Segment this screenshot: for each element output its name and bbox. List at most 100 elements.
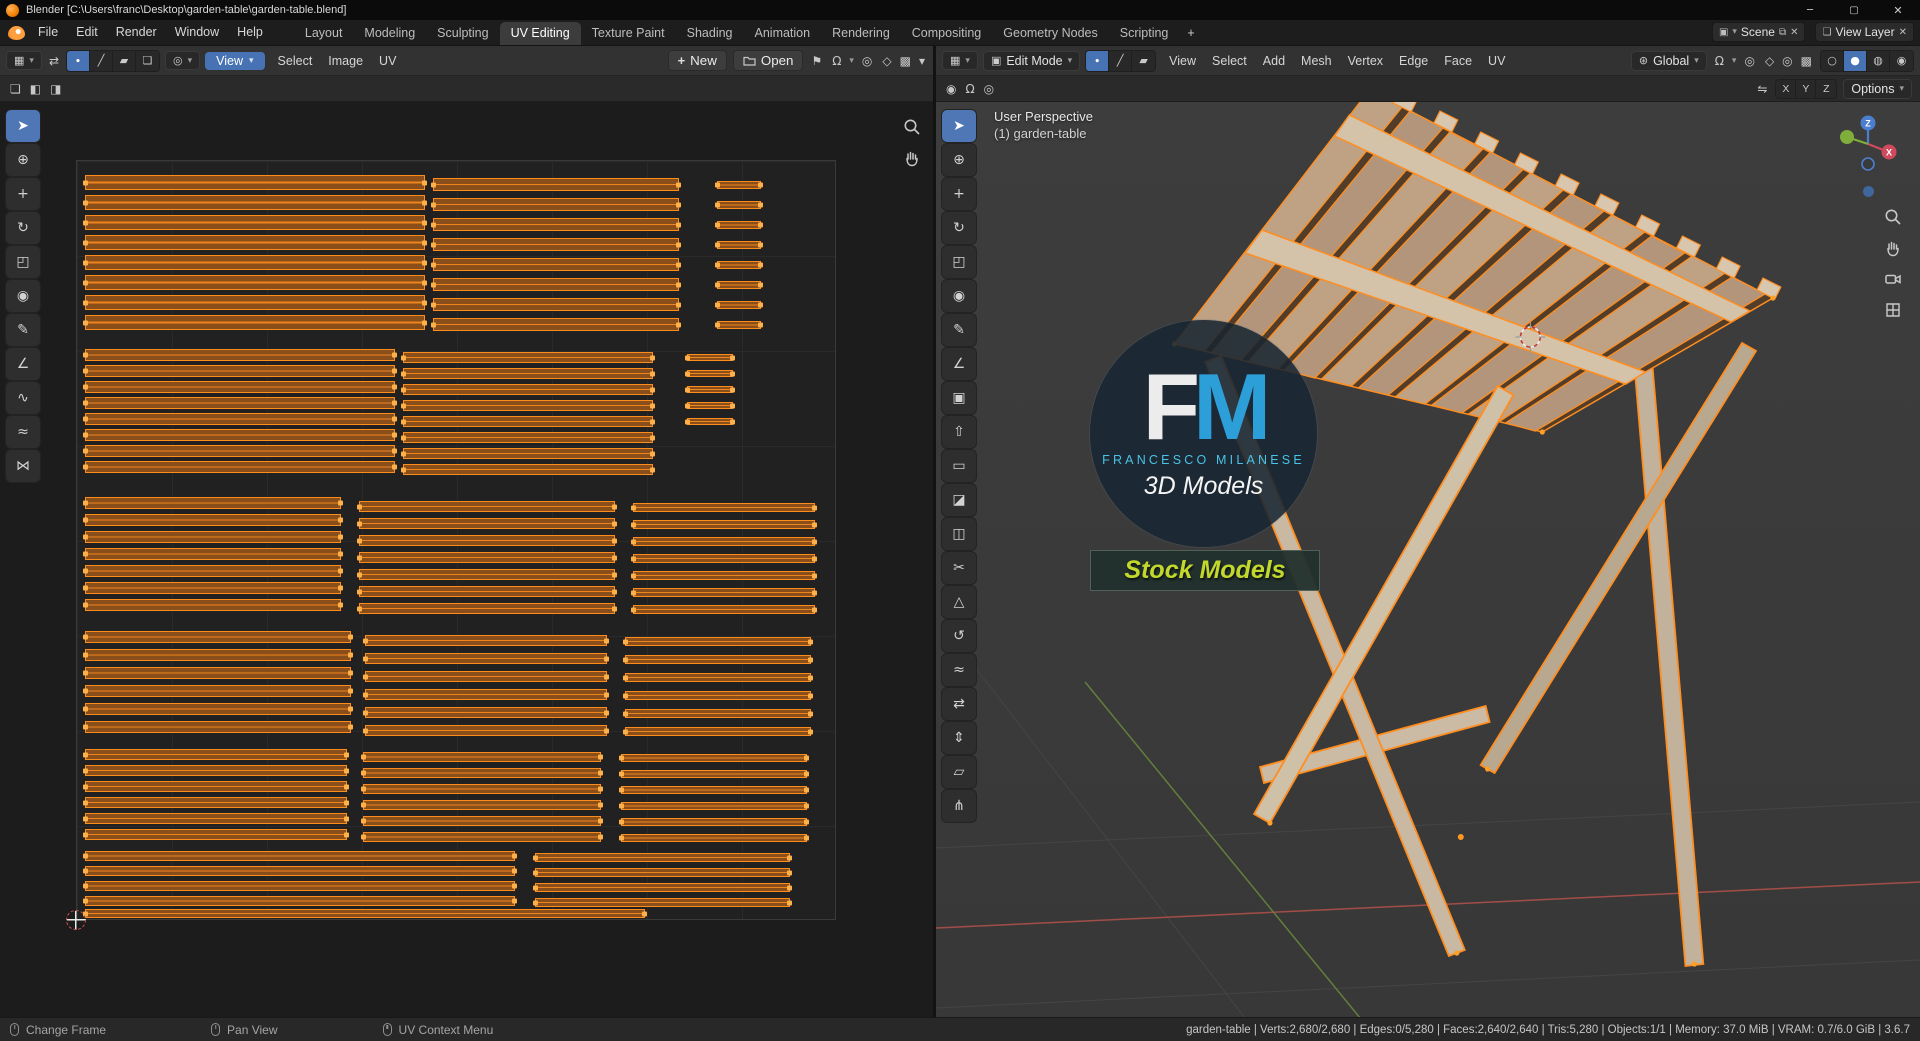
tool-scale[interactable]: ◰ [6, 246, 40, 278]
uv-snap-chevron-icon[interactable]: ▾ [849, 56, 854, 66]
gizmo-minus-z-axis[interactable] [1861, 157, 1875, 171]
workspace-tab-scripting[interactable]: Scripting [1109, 22, 1180, 45]
tool-rotate[interactable]: ↻ [942, 212, 976, 244]
uv-island[interactable] [85, 881, 515, 891]
viewport-zoom-button[interactable] [1882, 206, 1904, 228]
window-maximize-button[interactable]: ▢ [1832, 0, 1876, 20]
uv-island[interactable] [359, 535, 615, 546]
tool-move[interactable]: + [942, 178, 976, 210]
viewport-editor-type-dropdown[interactable]: ▦ ▾ [942, 51, 978, 70]
uv-island[interactable] [621, 818, 807, 826]
uv-island[interactable] [85, 349, 395, 361]
tool-shrink-fatten[interactable]: ⇕ [942, 722, 976, 754]
uv-island[interactable] [633, 503, 815, 512]
new-image-button[interactable]: + New [667, 50, 727, 71]
transform-pivot-icon[interactable]: ◉ [944, 82, 958, 96]
tool-relax[interactable]: ≈ [6, 416, 40, 448]
uv-island[interactable] [365, 653, 607, 664]
tool-move[interactable]: + [6, 178, 40, 210]
uv-island[interactable] [85, 548, 341, 560]
vp-uv-menu[interactable]: UV [1480, 54, 1513, 68]
uv-island[interactable] [403, 400, 653, 411]
uv-island[interactable] [359, 586, 615, 597]
tool-smooth[interactable]: ≈ [942, 654, 976, 686]
uv-select-mode-face-button[interactable]: ▰ [113, 50, 136, 71]
snap-chevron-icon[interactable]: ▾ [1732, 56, 1737, 66]
uv-island[interactable] [359, 552, 615, 563]
uv-island[interactable] [621, 770, 807, 778]
uv-island[interactable] [365, 707, 607, 718]
overlays-toggle-icon[interactable]: ▩ [898, 54, 913, 68]
tool-cursor[interactable]: ⊕ [6, 144, 40, 176]
snap-magnet-icon[interactable]: Ω [1713, 54, 1726, 68]
tool-loop-cut[interactable]: ◫ [942, 518, 976, 550]
uv-pan-button[interactable] [901, 147, 923, 169]
viewport-scene[interactable] [936, 102, 1920, 1017]
uv-island[interactable] [625, 655, 811, 664]
open-image-button[interactable]: Open [732, 50, 804, 71]
uv-island[interactable] [85, 797, 347, 808]
tool-scale[interactable]: ◰ [942, 246, 976, 278]
uv-island[interactable] [85, 497, 341, 509]
uv-select-mode-island-button[interactable]: ❏ [136, 50, 159, 71]
tool-add-cube[interactable]: ▣ [942, 382, 976, 414]
workspace-tab-sculpting[interactable]: Sculpting [426, 22, 499, 45]
uv-island[interactable] [535, 898, 790, 907]
workspace-tab-rendering[interactable]: Rendering [821, 22, 901, 45]
tool-rotate[interactable]: ↻ [6, 212, 40, 244]
uv-view-mode-dropdown[interactable]: View ▾ [205, 51, 265, 70]
uv-island[interactable] [85, 866, 515, 876]
workspace-tab-modeling[interactable]: Modeling [353, 22, 426, 45]
tool-tweak[interactable]: ➤ [6, 110, 40, 142]
mirror-x-button[interactable]: X [1776, 79, 1797, 98]
uv-island[interactable] [621, 802, 807, 810]
menu-file[interactable]: File [29, 20, 67, 45]
uv-2d-cursor[interactable] [66, 910, 86, 930]
uv-island[interactable] [687, 354, 733, 361]
menu-window[interactable]: Window [166, 20, 228, 45]
uv-island[interactable] [621, 786, 807, 794]
tool-inset-faces[interactable]: ▭ [942, 450, 976, 482]
vp-select-menu[interactable]: Select [1204, 54, 1255, 68]
uv-island[interactable] [625, 637, 811, 646]
uv-island[interactable] [717, 181, 761, 189]
gizmo-y-axis[interactable] [1840, 130, 1854, 144]
uv-island[interactable] [403, 352, 653, 363]
uv-island[interactable] [717, 201, 761, 209]
uv-island[interactable] [433, 298, 679, 311]
shading-rendered-button[interactable]: ◉ [1890, 50, 1913, 71]
uv-island[interactable] [85, 685, 351, 697]
view-layer-selector[interactable]: ❏ View Layer ✕ [1815, 22, 1914, 42]
toggle-xray-icon[interactable]: ▩ [1799, 54, 1814, 68]
uv-island[interactable] [535, 868, 790, 877]
viewport-pan-button[interactable] [1882, 237, 1904, 259]
uv-island[interactable] [85, 765, 347, 776]
uv-island[interactable] [85, 295, 425, 310]
workspace-tab-layout[interactable]: Layout [294, 22, 354, 45]
uv-island[interactable] [403, 368, 653, 379]
viewport-perspective-toggle-button[interactable] [1882, 299, 1904, 321]
uv-island[interactable] [717, 301, 761, 309]
uv-island[interactable] [433, 238, 679, 251]
tool-measure[interactable]: ∠ [942, 348, 976, 380]
show-overlays-icon[interactable]: ◎ [1780, 54, 1794, 68]
show-gizmo-icon[interactable]: ◇ [1763, 54, 1776, 68]
tool-knife[interactable]: ✂ [942, 552, 976, 584]
new-scene-icon[interactable]: ⧉ [1779, 27, 1786, 38]
uv-island[interactable] [85, 909, 645, 918]
tool-measure[interactable]: ∠ [6, 348, 40, 380]
uv-sticky-selection-dropdown[interactable]: ◎ ▾ [165, 51, 201, 70]
uv-island[interactable] [85, 275, 425, 290]
uv-island[interactable] [359, 501, 615, 512]
uv-island[interactable] [85, 461, 395, 473]
viewport-canvas[interactable]: User Perspective (1) garden-table FM FRA… [936, 102, 1920, 1017]
tool-annotate[interactable]: ✎ [6, 314, 40, 346]
uv-island[interactable] [85, 445, 395, 457]
uv-island[interactable] [85, 365, 395, 377]
tool-bevel[interactable]: ◪ [942, 484, 976, 516]
uv-island[interactable] [625, 673, 811, 682]
uv-island[interactable] [625, 691, 811, 700]
uv-island[interactable] [687, 418, 733, 425]
uv-island[interactable] [85, 235, 425, 250]
tool-annotate[interactable]: ✎ [942, 314, 976, 346]
